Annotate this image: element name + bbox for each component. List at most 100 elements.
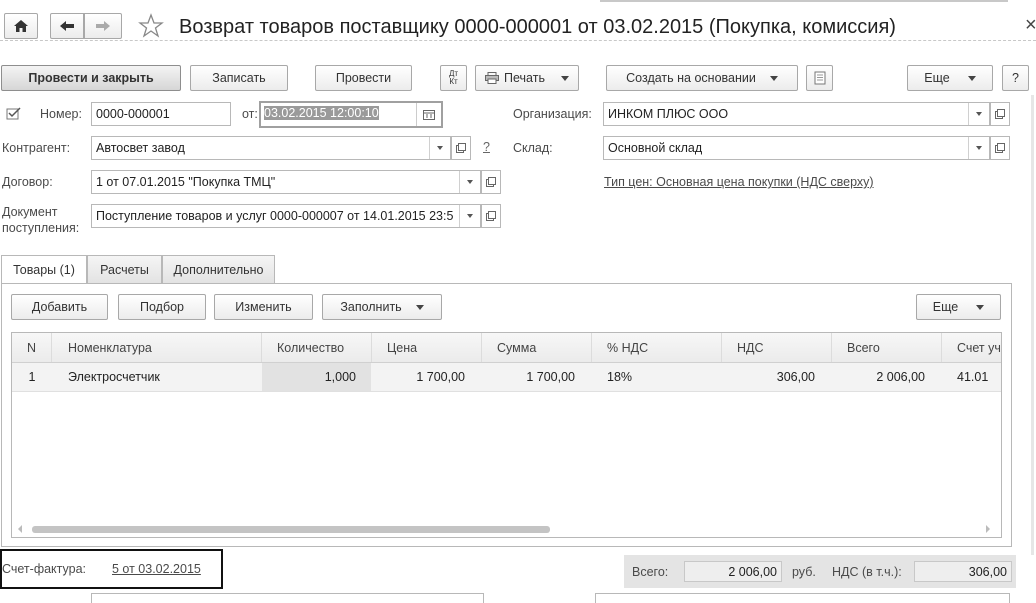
close-icon[interactable]: × xyxy=(1025,14,1036,37)
open-form-icon xyxy=(456,143,466,153)
counterparty-value: Автосвет завод xyxy=(96,141,185,155)
column-header-quantity[interactable]: Количество xyxy=(262,333,372,362)
dropdown-icon[interactable] xyxy=(459,171,480,193)
vat-total-label: НДС (в т.ч.): xyxy=(832,565,902,579)
scrollbar-thumb[interactable] xyxy=(32,526,550,533)
date-field[interactable]: 03.02.2015 12:00:10 xyxy=(259,101,443,128)
fill-button[interactable]: Заполнить xyxy=(322,294,442,320)
number-label: Номер: xyxy=(40,107,82,121)
arrow-right-icon xyxy=(96,21,110,31)
dropdown-icon[interactable] xyxy=(968,103,989,125)
receipt-doc-label-line1: Документ xyxy=(2,205,58,219)
document-structure-button[interactable] xyxy=(806,65,833,91)
table-more-label: Еще xyxy=(932,300,959,314)
chevron-down-icon xyxy=(967,75,976,81)
open-form-icon xyxy=(486,211,496,221)
more-button[interactable]: Еще xyxy=(907,65,993,91)
help-button[interactable]: ? xyxy=(1002,65,1029,91)
more-label: Еще xyxy=(924,71,950,85)
open-form-icon xyxy=(995,143,1005,153)
back-button[interactable] xyxy=(50,13,84,39)
counterparty-label: Контрагент: xyxy=(2,141,71,155)
horizontal-scrollbar[interactable] xyxy=(12,522,1001,536)
post-and-close-button[interactable]: Провести и закрыть xyxy=(1,65,181,91)
open-form-icon xyxy=(486,177,496,187)
comment-field[interactable] xyxy=(91,593,484,603)
favorite-star-icon[interactable] xyxy=(138,13,164,39)
date-label: от: xyxy=(242,107,258,121)
scroll-left-icon[interactable] xyxy=(18,525,22,533)
warehouse-field[interactable]: Основной склад xyxy=(603,136,990,160)
receipt-doc-open-button[interactable] xyxy=(481,204,501,228)
warehouse-open-button[interactable] xyxy=(990,136,1010,160)
dt-kt-icon: Дт Кт xyxy=(448,69,459,86)
save-button[interactable]: Записать xyxy=(190,65,288,91)
home-button[interactable] xyxy=(4,13,38,39)
calendar-icon[interactable] xyxy=(416,103,441,126)
tab-settlements[interactable]: Расчеты xyxy=(87,255,162,283)
dropdown-icon[interactable] xyxy=(968,137,989,159)
table-more-button[interactable]: Еще xyxy=(916,294,1001,320)
receipt-doc-value: Поступление товаров и услуг 0000-000007 … xyxy=(96,209,454,223)
cell-sum[interactable]: 1 700,00 xyxy=(482,363,575,391)
contract-open-button[interactable] xyxy=(481,170,501,194)
nav-underlayer xyxy=(0,40,1036,49)
add-row-button[interactable]: Добавить xyxy=(11,294,108,320)
cell-price[interactable]: 1 700,00 xyxy=(372,363,465,391)
column-header-n[interactable]: N xyxy=(12,333,52,362)
counterparty-field[interactable]: Автосвет завод xyxy=(91,136,451,160)
cell-total[interactable]: 2 006,00 xyxy=(832,363,925,391)
chevron-down-icon xyxy=(769,75,778,81)
scroll-right-icon[interactable] xyxy=(986,525,990,533)
total-value: 2 006,00 xyxy=(684,561,782,582)
column-header-item[interactable]: Номенклатура xyxy=(52,333,262,362)
top-divider xyxy=(600,0,1008,2)
forward-button[interactable] xyxy=(84,13,122,39)
edit-button[interactable]: Изменить xyxy=(214,294,313,320)
invoice-link[interactable]: 5 от 03.02.2015 xyxy=(112,562,201,576)
invoice-label: Счет-фактура: xyxy=(2,562,87,576)
cell-n[interactable]: 1 xyxy=(12,363,52,391)
chevron-down-icon xyxy=(560,75,569,81)
dropdown-icon[interactable] xyxy=(459,205,480,227)
column-header-price[interactable]: Цена xyxy=(372,333,482,362)
post-button[interactable]: Провести xyxy=(315,65,412,91)
cell-vat-rate[interactable]: 18% xyxy=(592,363,722,391)
fill-label: Заполнить xyxy=(340,300,402,314)
receipt-doc-field[interactable]: Поступление товаров и услуг 0000-000007 … xyxy=(91,204,481,228)
page-title: Возврат товаров поставщику 0000-000001 о… xyxy=(179,16,896,38)
counterparty-open-button[interactable] xyxy=(451,136,471,160)
column-header-vat[interactable]: НДС xyxy=(722,333,832,362)
counterparty-help-icon[interactable]: ? xyxy=(483,140,490,154)
column-header-sum[interactable]: Сумма xyxy=(482,333,592,362)
column-header-total[interactable]: Всего xyxy=(832,333,942,362)
print-label: Печать xyxy=(504,71,545,85)
home-icon xyxy=(14,20,28,32)
document-icon xyxy=(814,71,825,85)
organization-open-button[interactable] xyxy=(990,102,1010,126)
dropdown-icon[interactable] xyxy=(429,137,450,159)
chevron-down-icon xyxy=(976,304,985,310)
cell-account[interactable]: 41.01 xyxy=(942,363,1001,391)
organization-field[interactable]: ИНКОМ ПЛЮС ООО xyxy=(603,102,990,126)
pick-button[interactable]: Подбор xyxy=(118,294,206,320)
print-button[interactable]: Печать xyxy=(475,65,579,91)
tab-additional[interactable]: Дополнительно xyxy=(162,255,275,283)
contract-label: Договор: xyxy=(2,175,53,189)
create-based-on-button[interactable]: Создать на основании xyxy=(606,65,798,91)
cell-item[interactable]: Электросчетчик xyxy=(52,363,262,391)
cell-vat[interactable]: 306,00 xyxy=(722,363,815,391)
column-header-account[interactable]: Счет уч xyxy=(942,333,1001,362)
tab-goods[interactable]: Товары (1) xyxy=(1,255,87,284)
organization-label: Организация: xyxy=(513,107,592,121)
cell-quantity[interactable]: 1,000 xyxy=(262,363,356,391)
price-type-link[interactable]: Тип цен: Основная цена покупки (НДС свер… xyxy=(604,175,874,189)
contract-field[interactable]: 1 от 07.01.2015 "Покупка ТМЦ" xyxy=(91,170,481,194)
responsible-field[interactable] xyxy=(595,593,1010,603)
receipt-doc-label-line2: поступления: xyxy=(2,221,80,235)
column-header-vat-rate[interactable]: % НДС xyxy=(592,333,722,362)
dt-kt-button[interactable]: Дт Кт xyxy=(440,65,467,91)
window-scrollbar[interactable] xyxy=(1031,95,1034,555)
number-field[interactable]: 0000-000001 xyxy=(91,102,231,126)
warehouse-label: Склад: xyxy=(513,141,553,155)
